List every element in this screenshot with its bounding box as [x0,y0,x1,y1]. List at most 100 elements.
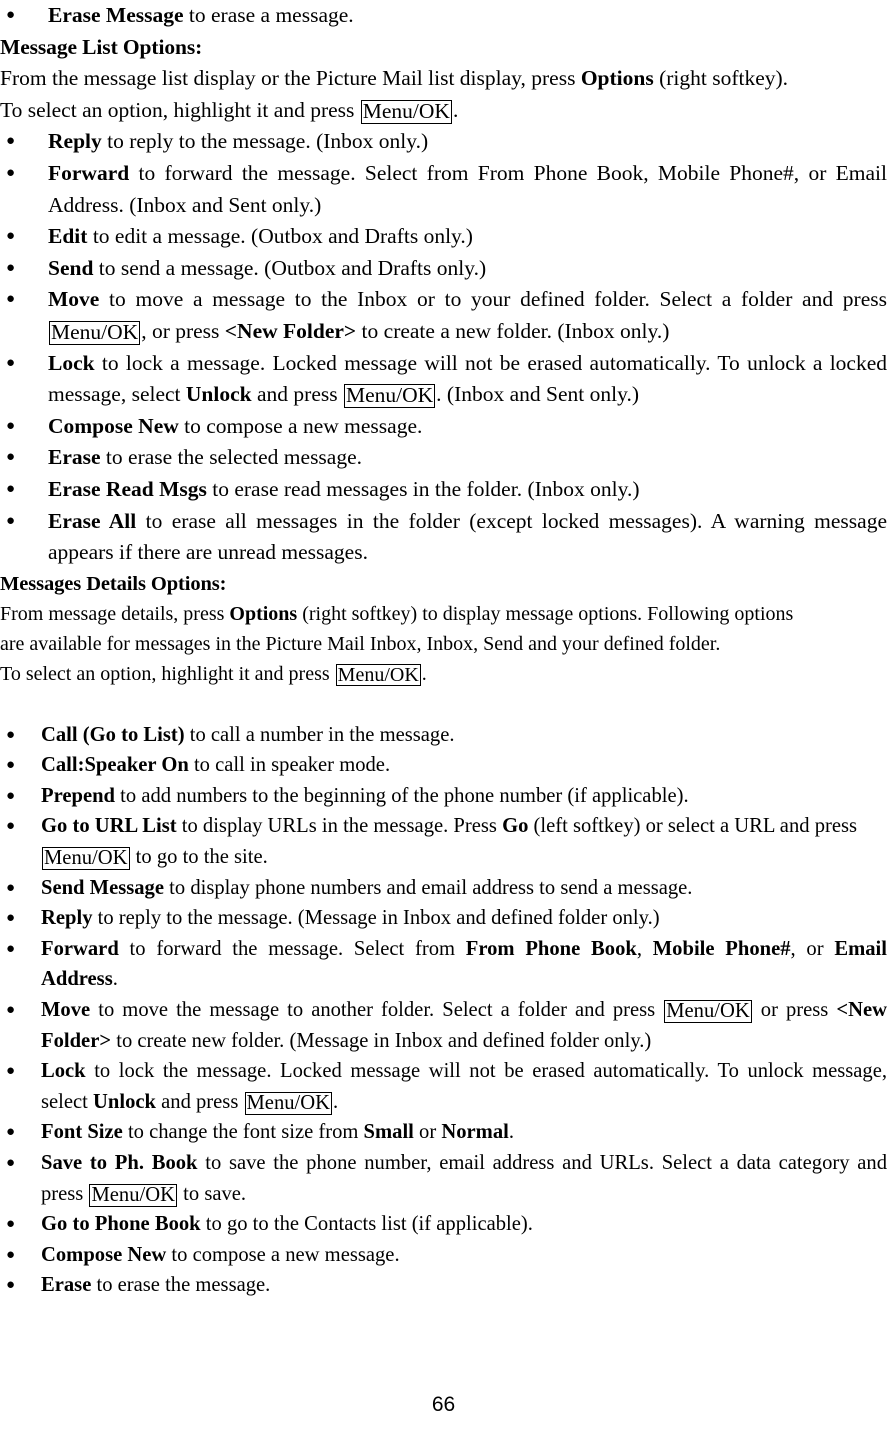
option-term: Forward [48,160,130,185]
option-description: to change the font size from [122,1121,364,1144]
option-term: Erase Read Msgs [48,476,207,501]
list-item-send-message: Send Message to display phone numbers an… [0,873,887,904]
option-term: Send [48,255,94,280]
option-description: to display URLs in the message. Press [176,815,503,838]
list-item-save-to-ph-book: Save to Ph. Book to save the phone numbe… [0,1148,887,1209]
section-message-list-options: Message List Options: From the message l… [0,32,887,569]
option-description: to forward the message. Select from [118,937,466,960]
option-description: to erase read messages in the folder. (I… [206,476,640,501]
list-item-lock: Lock to lock the message. Locked message… [0,1056,887,1117]
option-description: to move the message to another folder. S… [90,999,664,1022]
option-description: to forward the message. Select from From… [48,160,887,217]
list-item-compose-new: Compose New to compose a new message. [0,1240,887,1271]
option-description-3: . (Inbox and Sent only.) [436,382,639,407]
list-item-font-size: Font Size to change the font size from S… [0,1117,887,1148]
menu-ok-key[interactable]: Menu/OK [244,1091,333,1115]
option-description-4: . [112,968,118,991]
list-item-compose-new: Compose New to compose a new message. [0,411,887,443]
menu-ok-key[interactable]: Menu/OK [42,847,130,871]
intro-text: To select an option, highlight it and pr… [0,97,360,122]
option-description-3: . [508,1121,514,1144]
manual-page: Erase Message to erase a message. Messag… [0,0,887,1429]
option-term: Reply [48,129,102,154]
unlock-term: Unlock [185,382,252,407]
option-description-2: or [413,1121,442,1144]
from-phone-book-term: From Phone Book [465,937,637,960]
list-item-forward: Forward to forward the message. Select f… [0,934,887,995]
softkey-term: Options [229,602,298,625]
option-term: Prepend [41,784,115,807]
option-description-3: to create new folder. (Message in Inbox … [111,1029,652,1052]
menu-ok-key[interactable]: Menu/OK [335,663,421,687]
option-description-2: , [636,937,653,960]
option-term: Font Size [41,1121,123,1144]
intro-text-tail: . [421,662,427,685]
intro-text: From the message list display or the Pic… [0,66,581,91]
menu-ok-key[interactable]: Menu/OK [360,99,452,124]
option-description: to erase the selected message. [100,445,363,470]
option-description-3: to go to the site. [130,846,268,869]
option-description: to compose a new message. [178,413,423,438]
option-description: to add numbers to the beginning of the p… [115,784,689,807]
mobile-phone-term: Mobile Phone# [652,937,791,960]
page-number: 66 [431,1393,456,1416]
section-intro-line-3: To select an option, highlight it and pr… [0,659,887,689]
menu-ok-key[interactable]: Menu/OK [49,320,141,345]
option-term: Edit [48,224,88,249]
section-intro-line-1: From the message list display or the Pic… [0,63,887,95]
softkey-term: Options [580,66,654,91]
section-intro-line-2: are available for messages in the Pictur… [0,632,721,655]
option-description-2: (left softkey) or select a URL and press [528,815,858,838]
intro-text-tail: . [452,97,459,122]
list-item-erase-read-msgs: Erase Read Msgs to erase read messages i… [0,474,887,506]
option-description: to go to the Contacts list (if applicabl… [200,1213,533,1236]
option-term: Go to URL List [41,815,177,838]
option-term: Call:Speaker On [41,754,189,777]
list-item-lock: Lock to lock a message. Locked message w… [0,348,887,411]
section-heading: Message List Options: [0,34,203,59]
list-item-move: Move to move the message to another fold… [0,995,887,1056]
menu-ok-key[interactable]: Menu/OK [89,1183,177,1207]
option-description-2: to save. [178,1182,247,1205]
list-item-call-speaker-on: Call:Speaker On to call in speaker mode. [0,750,887,781]
option-term: Erase [48,445,101,470]
option-description: to reply to the message. (Message in Inb… [92,907,660,930]
option-description-2: and press [251,382,343,407]
option-description: to call a number in the message. [184,723,455,746]
list-item-reply: Reply to reply to the message. (Message … [0,903,887,934]
option-description: to compose a new message. [166,1243,400,1266]
message-list-options-list: Reply to reply to the message. (Inbox on… [0,126,887,568]
option-description-2: and press [155,1090,244,1113]
list-item-prepend: Prepend to add numbers to the beginning … [0,781,887,812]
option-description-3: , or [790,937,835,960]
option-description: to send a message. (Outbox and Drafts on… [93,255,487,280]
menu-ok-key[interactable]: Menu/OK [343,384,436,409]
menu-ok-key[interactable]: Menu/OK [664,1000,752,1024]
list-item-go-to-phone-book: Go to Phone Book to go to the Contacts l… [0,1209,887,1240]
option-description-3: to create a new folder. (Inbox only.) [356,318,670,343]
section-intro-line-1: From message details, press Options (rig… [0,599,887,629]
list-item: Erase Message to erase a message. [0,0,887,32]
list-item-erase: Erase to erase the message. [0,1270,887,1301]
option-term: Lock [48,350,95,375]
section-heading: Messages Details Options: [0,572,227,595]
option-description: to edit a message. (Outbox and Drafts on… [87,224,473,249]
option-term: Erase Message [48,3,184,27]
option-term: Go to Phone Book [41,1213,201,1236]
list-item-erase: Erase to erase the selected message. [0,442,887,474]
list-item-edit: Edit to edit a message. (Outbox and Draf… [0,221,887,253]
list-item-go-to-url-list: Go to URL List to display URLs in the me… [0,811,887,872]
option-description: to move a message to the Inbox or to you… [99,287,887,312]
unlock-term: Unlock [93,1090,156,1113]
option-term: Forward [41,937,119,960]
option-term: Move [48,287,100,312]
option-description: to erase all messages in the folder (exc… [48,508,887,565]
option-description: to call in speaker mode. [188,754,391,777]
option-term: Compose New [41,1243,167,1266]
list-item-reply: Reply to reply to the message. (Inbox on… [0,126,887,158]
option-description: to display phone numbers and email addre… [164,876,693,899]
option-description: to erase the message. [91,1274,271,1297]
option-term: Lock [41,1060,86,1083]
intro-text-tail: (right softkey). [653,66,789,91]
